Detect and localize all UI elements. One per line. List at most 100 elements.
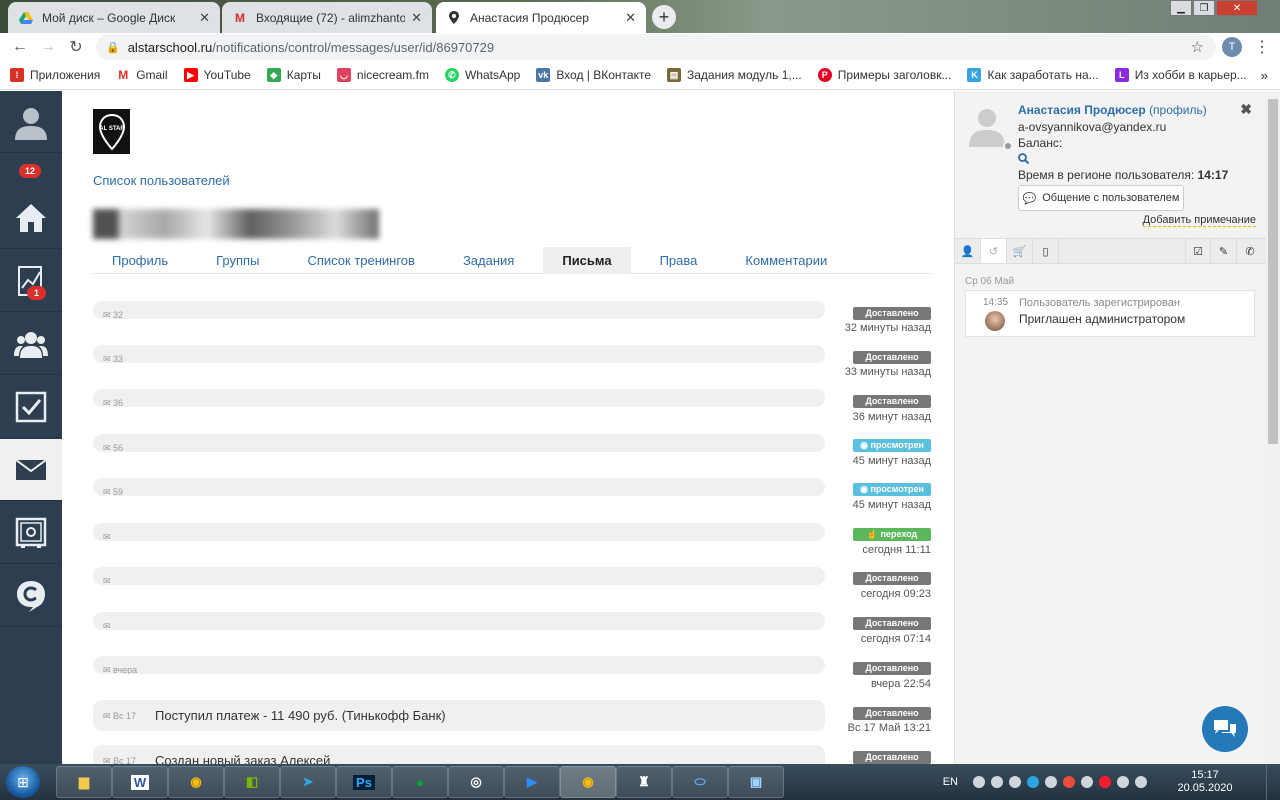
message-row[interactable]: ✉ 33: [93, 345, 825, 363]
school-logo[interactable]: AL STAR: [93, 109, 130, 154]
add-note-link[interactable]: Добавить примечание: [1142, 214, 1256, 227]
url-input[interactable]: 🔒 alstarschool.ru /notifications/control…: [96, 34, 1216, 60]
taskbar-obs[interactable]: ◎: [448, 766, 504, 798]
message-row[interactable]: ✉ Вс 17 Создан новый заказ Алексей: [93, 745, 825, 764]
forward-arrow-icon[interactable]: →: [34, 38, 62, 56]
bookmark-earn[interactable]: K Как заработать на...: [967, 68, 1099, 82]
phone-icon[interactable]: ✆: [1237, 239, 1263, 263]
notifications-badge[interactable]: 12: [19, 164, 42, 178]
tray-icon[interactable]: [1045, 776, 1057, 788]
opera-icon[interactable]: [1099, 776, 1111, 788]
browser-tab-gmail[interactable]: M Входящие (72) - alimzhantolqyn@ ✕: [222, 2, 432, 33]
user-name-link[interactable]: Анастасия Продюсер: [1018, 103, 1146, 117]
new-tab-button[interactable]: +: [652, 5, 676, 29]
bookmark-nicecream[interactable]: ◡ nicecream.fm: [336, 68, 429, 82]
users-list-link[interactable]: Список пользователей: [93, 173, 230, 188]
close-icon[interactable]: ✖: [1240, 101, 1252, 118]
back-arrow-icon[interactable]: ←: [6, 38, 34, 56]
taskbar-chrome-active[interactable]: ◉: [560, 766, 616, 798]
message-row[interactable]: ✉: [93, 523, 825, 541]
profile-avatar[interactable]: T: [1222, 37, 1242, 57]
bookmark-apps[interactable]: ⁞ Приложения: [10, 68, 100, 82]
taskbar-photoshop[interactable]: Ps: [336, 766, 392, 798]
support-chat-button[interactable]: [1202, 706, 1248, 752]
message-row[interactable]: ✉ 36: [93, 389, 825, 407]
reload-icon[interactable]: ↻: [62, 37, 90, 57]
close-icon[interactable]: ✕: [411, 10, 422, 26]
search-icon[interactable]: [1018, 153, 1030, 167]
network-icon[interactable]: [1117, 776, 1129, 788]
message-row[interactable]: ✉ 32: [93, 301, 825, 319]
browser-tab-active[interactable]: Анастасия Продюсер ✕: [436, 2, 646, 33]
tray-icon[interactable]: [1081, 776, 1093, 788]
taskbar-game[interactable]: ♜: [616, 766, 672, 798]
taskbar-explorer[interactable]: ▆: [56, 766, 112, 798]
bookmark-maps[interactable]: ◆ Карты: [266, 68, 321, 82]
taskbar-nvidia[interactable]: ◧: [224, 766, 280, 798]
tab-tasks[interactable]: Задания: [444, 247, 533, 274]
profile-link[interactable]: (профиль): [1149, 103, 1207, 117]
bookmark-youtube[interactable]: ▶ YouTube: [183, 68, 251, 82]
tab-rights[interactable]: Права: [641, 247, 717, 274]
tray-icon[interactable]: [973, 776, 985, 788]
bookmark-whatsapp[interactable]: ✆ WhatsApp: [444, 68, 520, 82]
tab-comments[interactable]: Комментарии: [726, 247, 846, 274]
message-row[interactable]: ✉ 59: [93, 478, 825, 496]
tray-icon[interactable]: [991, 776, 1003, 788]
sidebar-tasks[interactable]: [0, 376, 62, 438]
chat-with-user-button[interactable]: 💬 Общение с пользователем: [1018, 185, 1184, 211]
history-icon[interactable]: ↺: [981, 239, 1007, 263]
message-row[interactable]: ✉ 56: [93, 434, 825, 452]
pencil-icon[interactable]: ✎: [1211, 239, 1237, 263]
scrollbar-thumb[interactable]: [1268, 99, 1278, 444]
sidebar-home[interactable]: [0, 187, 62, 249]
stats-badge[interactable]: 1: [27, 286, 47, 300]
tab-profile[interactable]: Профиль: [93, 247, 187, 274]
cart-icon[interactable]: 🛒: [1007, 239, 1033, 263]
message-row[interactable]: ✉ Вс 17 Поступил платеж - 11 490 руб. (Ти…: [93, 700, 825, 731]
browser-tab-drive[interactable]: Мой диск – Google Диск ✕: [8, 2, 220, 33]
tray-icon[interactable]: [1063, 776, 1075, 788]
taskbar-photos[interactable]: ▣: [728, 766, 784, 798]
taskbar-telegram[interactable]: ➤: [280, 766, 336, 798]
message-row[interactable]: ✉: [93, 612, 825, 630]
system-clock[interactable]: 15:17 20.05.2020: [1174, 769, 1236, 795]
message-row[interactable]: ✉ вчера: [93, 656, 825, 674]
sidebar-chat[interactable]: [0, 565, 62, 627]
taskbar-zoom[interactable]: ▶: [504, 766, 560, 798]
start-button[interactable]: ⊞: [6, 766, 40, 798]
taskbar-word[interactable]: W: [112, 766, 168, 798]
taskbar-app[interactable]: ⬭: [672, 766, 728, 798]
sidebar-users[interactable]: [0, 313, 62, 375]
page-scrollbar[interactable]: [1266, 91, 1280, 764]
telegram-tray-icon[interactable]: [1027, 776, 1039, 788]
window-close-button[interactable]: ✕: [1216, 0, 1258, 16]
language-indicator[interactable]: EN: [943, 776, 958, 788]
bookmark-star-icon[interactable]: ☆: [1191, 38, 1204, 56]
bookmark-gmail[interactable]: M Gmail: [116, 68, 167, 82]
minimize-button[interactable]: ▁: [1170, 0, 1192, 16]
close-icon[interactable]: ✕: [625, 10, 636, 26]
task-check-icon[interactable]: ☑: [1185, 239, 1211, 263]
show-desktop-button[interactable]: [1266, 764, 1280, 800]
browser-menu-icon[interactable]: ⋮: [1254, 37, 1270, 57]
sidebar-safe[interactable]: [0, 502, 62, 564]
taskbar-chrome[interactable]: ◉: [168, 766, 224, 798]
mobile-icon[interactable]: ▯: [1033, 239, 1059, 263]
volume-icon[interactable]: [1135, 776, 1147, 788]
message-row[interactable]: ✉: [93, 567, 825, 585]
tab-trainings[interactable]: Список тренингов: [288, 247, 434, 274]
maximize-button[interactable]: ❐: [1193, 0, 1215, 16]
sidebar-profile[interactable]: [0, 91, 62, 153]
more-bookmarks-icon[interactable]: »: [1261, 68, 1268, 83]
sidebar-messages[interactable]: [0, 439, 62, 501]
bookmark-pinterest[interactable]: P Примеры заголовк...: [817, 68, 951, 82]
tray-icons[interactable]: [970, 776, 1150, 788]
bookmark-tasks[interactable]: ▤ Задания модуль 1,...: [667, 68, 802, 82]
sidebar-stats[interactable]: [0, 250, 62, 312]
user-icon[interactable]: 👤: [955, 239, 981, 263]
cloud-icon[interactable]: [1009, 776, 1021, 788]
close-icon[interactable]: ✕: [199, 10, 210, 26]
bookmark-vk[interactable]: vk Вход | ВКонтакте: [536, 68, 651, 82]
tab-letters[interactable]: Письма: [543, 247, 631, 274]
